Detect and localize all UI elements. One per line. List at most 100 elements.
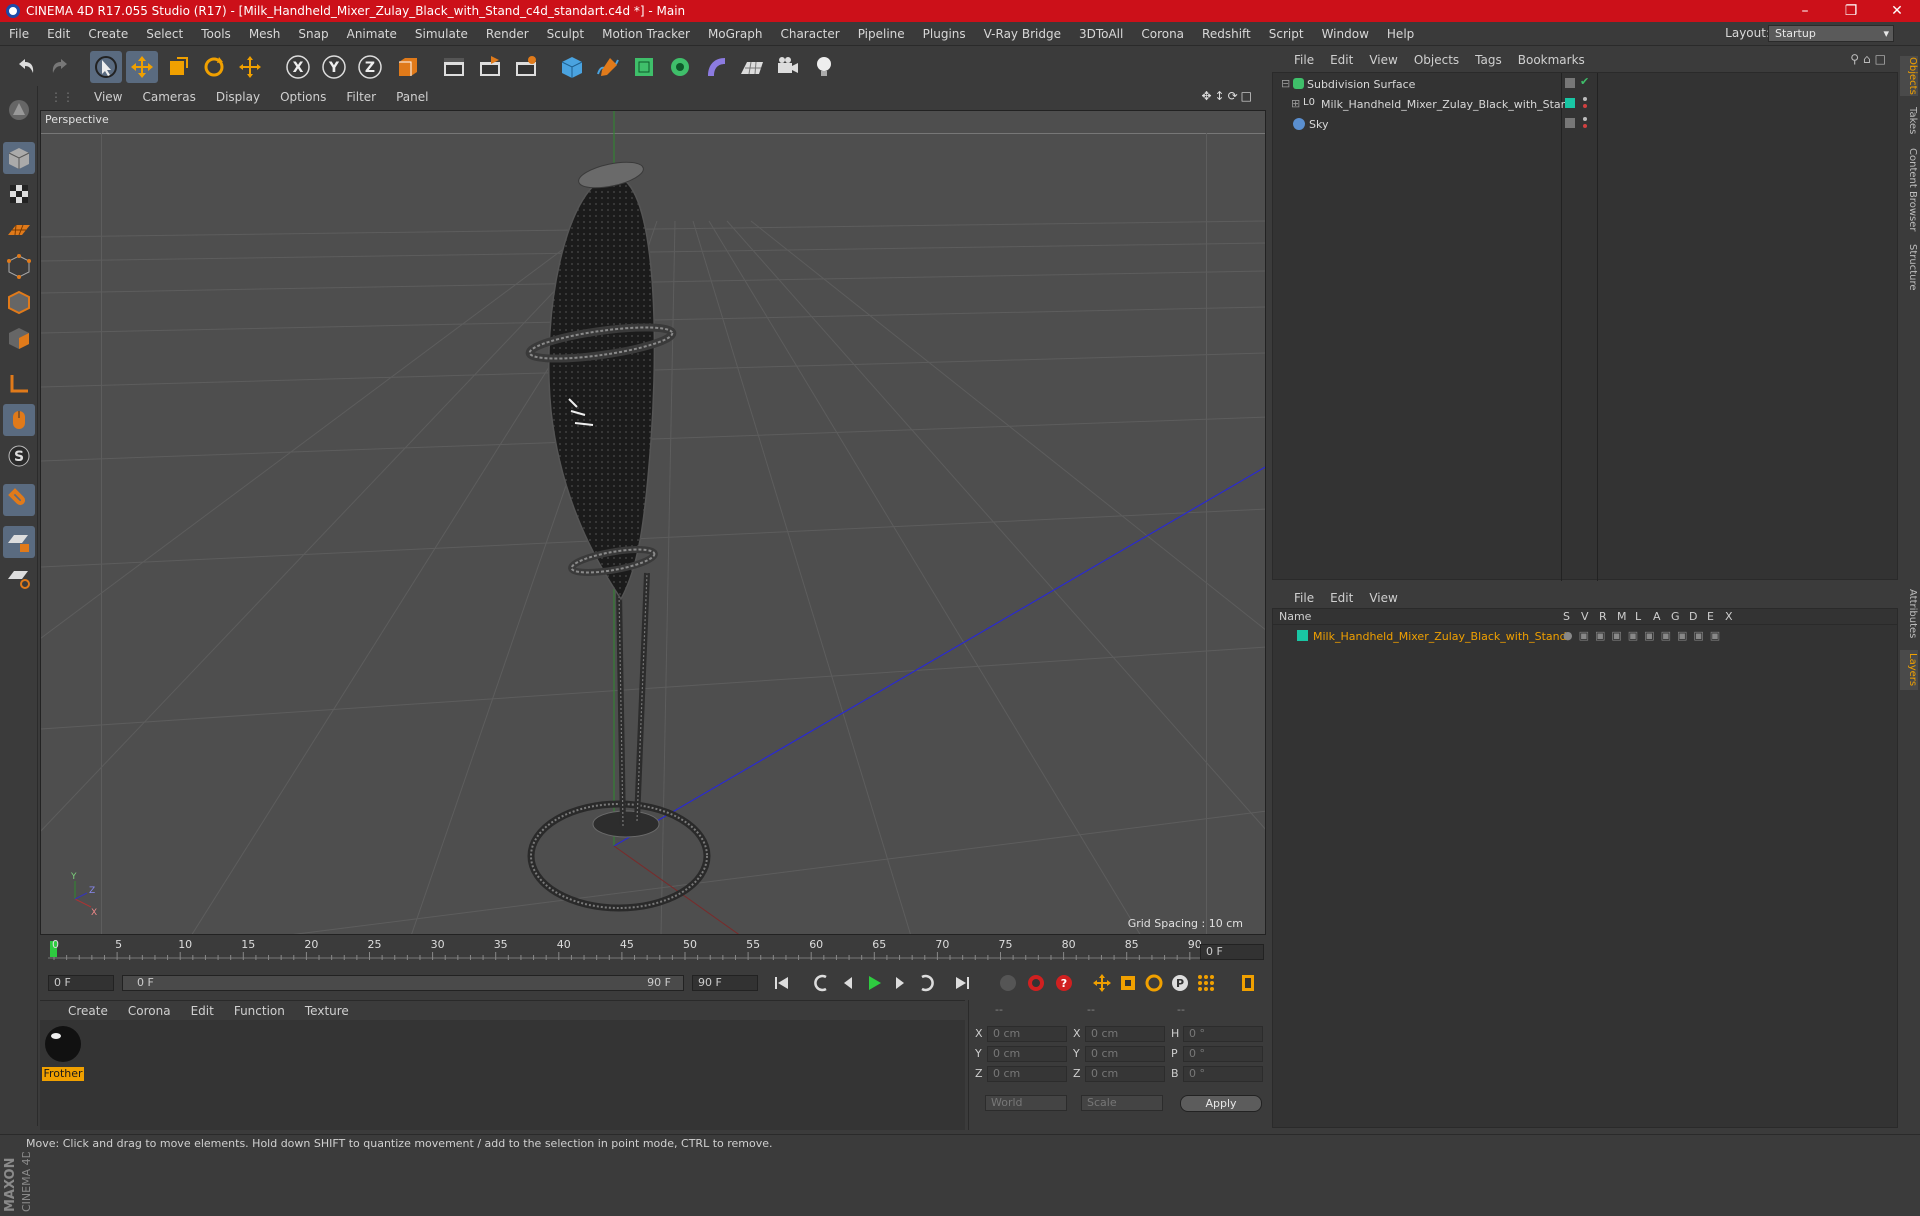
material-menu-corona[interactable]: Corona	[128, 1004, 171, 1018]
material-menu-edit[interactable]: Edit	[191, 1004, 214, 1018]
layer-color-swatch[interactable]	[1297, 630, 1308, 641]
points-mode-button[interactable]	[3, 250, 35, 282]
rot-h-field[interactable]: 0 °	[1183, 1026, 1263, 1042]
layer-toggle-icons[interactable]: ●▣▣▣▣▣▣▣▣▣	[1563, 629, 1726, 642]
perspective-viewport[interactable]: Y Z X Perspective Grid Spacing : 10 cm	[40, 110, 1266, 935]
material-swatch-frother[interactable]: Frother	[42, 1024, 84, 1081]
viewport-menu-panel[interactable]: Panel	[396, 90, 428, 104]
start-frame-field[interactable]: 0 F	[48, 975, 114, 991]
menu-help[interactable]: Help	[1378, 27, 1423, 41]
render-settings-button[interactable]	[510, 51, 542, 83]
x-axis-lock-button[interactable]: X	[282, 51, 314, 83]
snapping-button[interactable]: S	[3, 440, 35, 472]
obj-menu-view[interactable]: View	[1369, 53, 1397, 67]
add-camera-button[interactable]	[772, 51, 804, 83]
viewport-menu-options[interactable]: Options	[280, 90, 326, 104]
current-frame-field[interactable]: 0 F	[1200, 944, 1264, 960]
live-selection-button[interactable]	[90, 51, 122, 83]
menu-select[interactable]: Select	[137, 27, 192, 41]
menu-create[interactable]: Create	[79, 27, 137, 41]
timeline-button[interactable]	[1236, 971, 1260, 995]
collapse-icon[interactable]: ⊟	[1281, 77, 1290, 90]
size-z-field[interactable]: 0 cm	[1085, 1066, 1165, 1082]
viewport-nav-icons[interactable]: ✥↕⟳□	[1201, 89, 1255, 103]
menu-script[interactable]: Script	[1260, 27, 1313, 41]
workplane-mode-button[interactable]	[3, 214, 35, 246]
menu-pipeline[interactable]: Pipeline	[849, 27, 914, 41]
menu-snap[interactable]: Snap	[289, 27, 337, 41]
tweak-mode-button[interactable]	[3, 404, 35, 436]
menu-3dtoall[interactable]: 3DToAll	[1070, 27, 1132, 41]
key-pla-button[interactable]	[1194, 971, 1218, 995]
object-manager-search-icon[interactable]: ⚲⌂□	[1850, 52, 1890, 66]
menu-sculpt[interactable]: Sculpt	[538, 27, 593, 41]
coordinate-space-select[interactable]: World	[985, 1095, 1067, 1111]
menu-edit[interactable]: Edit	[38, 27, 79, 41]
key-rotation-button[interactable]	[1142, 971, 1166, 995]
pos-z-field[interactable]: 0 cm	[987, 1066, 1067, 1082]
model-mode-button[interactable]	[3, 142, 35, 174]
editor-visibility-dot[interactable]	[1583, 97, 1587, 101]
rot-b-field[interactable]: 0 °	[1183, 1066, 1263, 1082]
make-editable-button[interactable]	[3, 94, 35, 126]
side-tab-takes[interactable]: Takes	[1900, 104, 1918, 138]
key-scale-button[interactable]	[1116, 971, 1140, 995]
add-mograph-button[interactable]	[664, 51, 696, 83]
layer-menu-edit[interactable]: Edit	[1330, 591, 1353, 605]
menu-vray-bridge[interactable]: V-Ray Bridge	[975, 27, 1070, 41]
play-button[interactable]	[862, 971, 886, 995]
side-tab-objects[interactable]: Objects	[1900, 56, 1918, 96]
previous-key-button[interactable]	[810, 971, 834, 995]
object-row[interactable]: ⊞ L0 Milk_Handheld_Mixer_Zulay_Black_wit…	[1273, 95, 1897, 114]
editor-visibility-dot[interactable]	[1583, 117, 1587, 121]
workplane-lock-button[interactable]	[3, 526, 35, 558]
viewport-menu-view[interactable]: View	[94, 90, 122, 104]
obj-menu-objects[interactable]: Objects	[1414, 53, 1459, 67]
texture-mode-button[interactable]	[3, 178, 35, 210]
coordinate-system-button[interactable]	[392, 51, 424, 83]
add-floor-button[interactable]	[736, 51, 768, 83]
material-menu-create[interactable]: Create	[68, 1004, 108, 1018]
object-row[interactable]: ⊟ Subdivision Surface ✔	[1273, 75, 1897, 94]
add-light-button[interactable]	[808, 51, 840, 83]
rotate-tool-button[interactable]	[198, 51, 230, 83]
menu-mograph[interactable]: MoGraph	[699, 27, 772, 41]
menu-tools[interactable]: Tools	[192, 27, 240, 41]
layout-select[interactable]: Startup ▾	[1768, 25, 1894, 42]
side-tab-layers[interactable]: Layers	[1900, 650, 1918, 690]
transform-tool-button[interactable]	[234, 51, 266, 83]
go-to-end-button[interactable]	[950, 971, 974, 995]
side-tab-attributes[interactable]: Attributes	[1900, 586, 1918, 642]
size-x-field[interactable]: 0 cm	[1085, 1026, 1165, 1042]
record-keys-button[interactable]	[1024, 971, 1048, 995]
frame-range-slider[interactable]: 0 F 90 F	[122, 975, 684, 991]
expand-icon[interactable]: ⊞	[1291, 97, 1300, 110]
menu-corona[interactable]: Corona	[1132, 27, 1193, 41]
undo-button[interactable]	[10, 51, 42, 83]
enable-axis-button[interactable]	[3, 368, 35, 400]
menu-mesh[interactable]: Mesh	[240, 27, 290, 41]
render-view-button[interactable]	[438, 51, 470, 83]
y-axis-lock-button[interactable]: Y	[318, 51, 350, 83]
render-visibility-dot[interactable]	[1583, 124, 1587, 128]
pos-x-field[interactable]: 0 cm	[987, 1026, 1067, 1042]
autokey-button[interactable]: ?	[1052, 971, 1076, 995]
close-button[interactable]: ✕	[1874, 0, 1920, 22]
viewport-camera-label[interactable]: Perspective	[45, 113, 109, 126]
viewport-menu-cameras[interactable]: Cameras	[142, 90, 195, 104]
magnet-button[interactable]	[3, 484, 35, 516]
viewport-menu-filter[interactable]: Filter	[346, 90, 376, 104]
menu-plugins[interactable]: Plugins	[914, 27, 975, 41]
move-tool-button[interactable]	[126, 51, 158, 83]
menu-motion-tracker[interactable]: Motion Tracker	[593, 27, 699, 41]
rot-p-field[interactable]: 0 °	[1183, 1046, 1263, 1062]
object-row[interactable]: Sky	[1273, 115, 1897, 134]
menu-window[interactable]: Window	[1313, 27, 1378, 41]
next-key-button[interactable]	[914, 971, 938, 995]
menu-character[interactable]: Character	[771, 27, 848, 41]
polygons-mode-button[interactable]	[3, 322, 35, 354]
layer-menu-view[interactable]: View	[1369, 591, 1397, 605]
enabled-check-icon[interactable]: ✔	[1580, 75, 1589, 88]
minimize-button[interactable]: –	[1782, 0, 1828, 22]
redo-button[interactable]	[44, 51, 76, 83]
